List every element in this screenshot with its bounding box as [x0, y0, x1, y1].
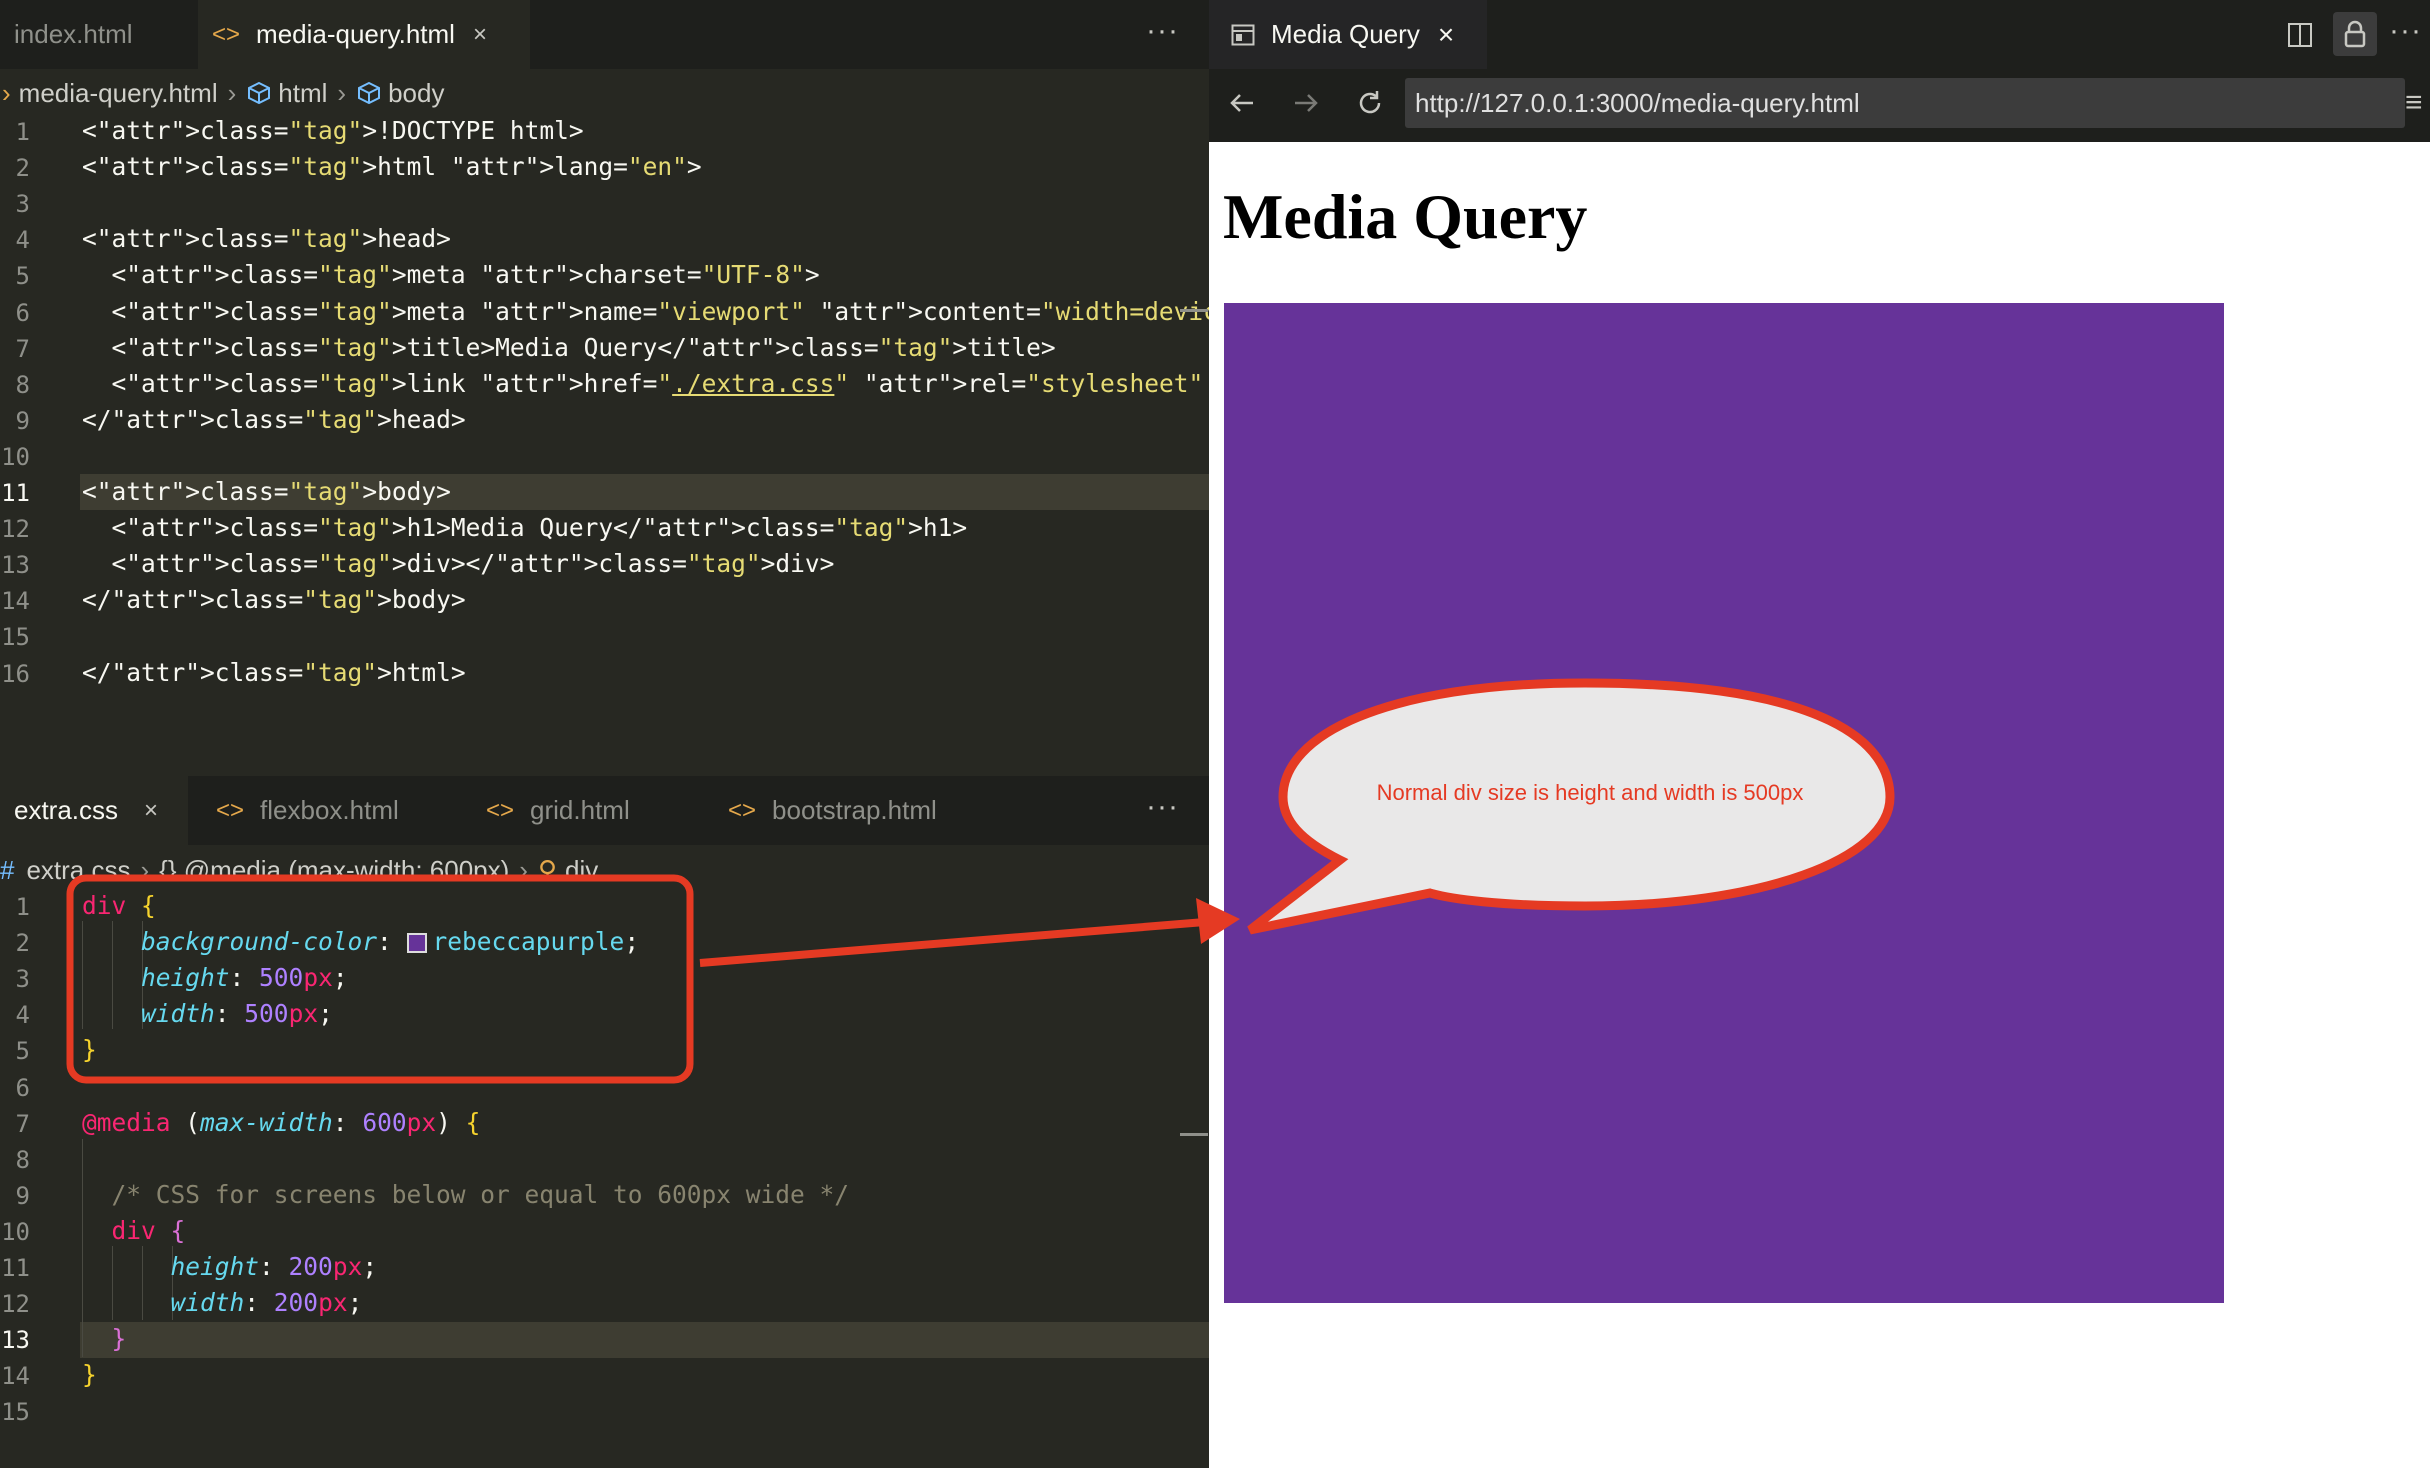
highlight-box [66, 874, 694, 1084]
arrow-head [1196, 898, 1240, 944]
speech-bubble [1247, 678, 1895, 935]
arrow-line [699, 918, 1206, 967]
callout-text: Normal div size is height and width is 5… [1376, 780, 1804, 805]
annotation-overlay [66, 678, 1895, 1084]
